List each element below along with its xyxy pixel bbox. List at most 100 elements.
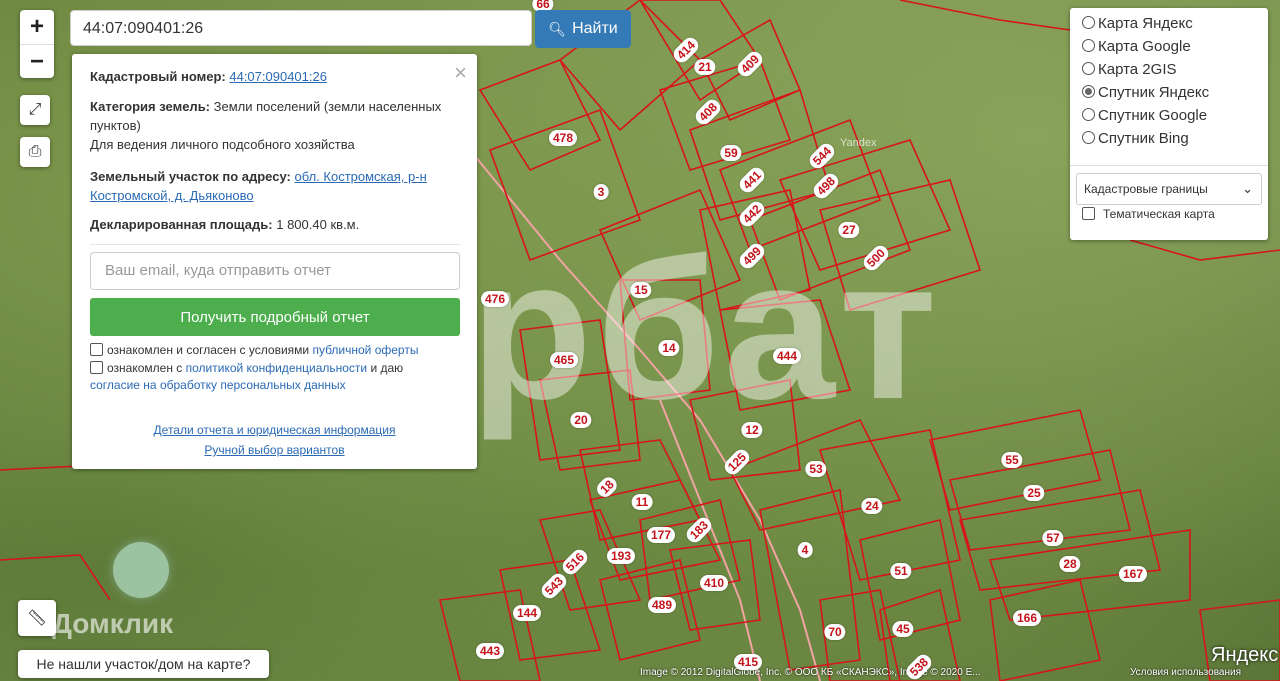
search-icon: 🔍︎ [548, 20, 567, 37]
parcel-label[interactable]: 28 [1059, 556, 1081, 572]
parcel-label[interactable]: 4 [797, 542, 813, 558]
parcel-label[interactable]: 410 [699, 575, 729, 591]
radio-icon [1082, 39, 1095, 52]
public-offer-link[interactable]: публичной оферты [312, 343, 418, 357]
radio-selected-icon [1082, 85, 1095, 98]
address-label: Земельный участок по адресу: [90, 169, 291, 184]
area-row: Декларированная площадь: 1 800.40 кв.м. [90, 215, 460, 234]
fullscreen-button[interactable]: ⤢ [20, 95, 50, 125]
zoom-in-button[interactable]: + [20, 10, 54, 44]
parcel-label[interactable]: 14 [658, 340, 680, 356]
divider [90, 244, 460, 245]
not-found-button[interactable]: Не нашли участок/дом на карте? [18, 650, 269, 678]
layer-option-google-satellite[interactable]: Спутник Google [1082, 105, 1207, 127]
parcel-label[interactable]: 166 [1012, 610, 1042, 626]
parcel-label[interactable]: 51 [890, 563, 912, 579]
report-details-link[interactable]: Детали отчета и юридическая информация [72, 423, 477, 437]
ruler-button[interactable]: 📏︎ [18, 600, 56, 636]
parcel-label[interactable]: 144 [512, 605, 542, 621]
parcel-label[interactable]: 478 [548, 130, 578, 146]
layer-option-2gis-map[interactable]: Карта 2GIS [1082, 59, 1177, 81]
yandex-logo: Яндекс [1211, 644, 1279, 666]
parcel-label[interactable]: 45 [892, 621, 914, 637]
offer-checkbox[interactable] [90, 343, 103, 356]
radio-icon [1082, 108, 1095, 121]
radio-icon [1082, 131, 1095, 144]
layer-switcher: Карта Яндекс Карта Google Карта 2GIS Спу… [1070, 8, 1268, 240]
layer-option-label: Карта Google [1098, 38, 1191, 55]
layer-option-label: Спутник Google [1098, 107, 1208, 124]
category-label: Категория земель: [90, 99, 211, 114]
parcel-label[interactable]: 70 [824, 624, 846, 640]
layer-option-yandex-map[interactable]: Карта Яндекс [1082, 13, 1193, 35]
cadastral-label: Кадастровый номер: [90, 69, 226, 84]
parcel-label[interactable]: 476 [480, 291, 510, 307]
thematic-checkbox[interactable] [1082, 207, 1095, 220]
parcel-label[interactable]: 443 [475, 643, 505, 659]
search-button-label: Найти [572, 20, 618, 37]
terms-link[interactable]: Условия использования [1130, 667, 1241, 678]
cadastral-link[interactable]: 44:07:090401:26 [229, 69, 327, 84]
cadastral-number-row: Кадастровый номер: 44:07:090401:26 [90, 67, 460, 86]
usage-row: Для ведения личного подсобного хозяйства [90, 137, 355, 152]
print-button[interactable]: ⎙ [20, 137, 50, 167]
area-unit: кв.м. [330, 217, 360, 232]
yandex-small-label: Yandex [840, 137, 877, 149]
parcel-label[interactable]: 11 [631, 494, 653, 510]
layer-option-yandex-satellite[interactable]: Спутник Яндекс [1082, 82, 1209, 104]
parcel-label[interactable]: 21 [694, 59, 716, 75]
chevron-down-icon: ⌄ [1242, 181, 1253, 196]
layer-option-label: Спутник Яндекс [1098, 84, 1210, 101]
category-row: Категория земель: Земли поселений (земли… [90, 97, 460, 135]
parcel-label[interactable]: 55 [1001, 452, 1023, 468]
parcel-label[interactable]: 12 [741, 422, 763, 438]
parcel-label[interactable]: 465 [549, 352, 579, 368]
thematic-label: Тематическая карта [1103, 207, 1215, 221]
consent-privacy-mid: и даю [370, 361, 404, 375]
parcel-label[interactable]: 167 [1118, 566, 1148, 582]
layer-option-google-map[interactable]: Карта Google [1082, 36, 1191, 58]
layer-divider [1070, 165, 1268, 166]
parcel-label[interactable]: 57 [1042, 530, 1064, 546]
boundaries-select[interactable]: Кадастровые границы ⌄ [1076, 173, 1262, 205]
parcel-label[interactable]: 59 [720, 145, 742, 161]
ruler-icon: 📏︎ [26, 610, 48, 627]
zoom-control: + − [20, 10, 54, 78]
radio-icon [1082, 62, 1095, 75]
map-copyright: Image © 2012 DigitalGlobe, Inc. © ООО КБ… [640, 667, 981, 678]
parcel-label[interactable]: 24 [861, 498, 883, 514]
parcel-label[interactable]: 15 [630, 282, 652, 298]
parcel-label[interactable]: 444 [772, 348, 802, 364]
parcel-info-panel: × Кадастровый номер: 44:07:090401:26 Кат… [72, 54, 477, 469]
parcel-label[interactable]: 3 [593, 184, 609, 200]
parcel-label[interactable]: 27 [838, 222, 860, 238]
get-report-button[interactable]: Получить подробный отчет [90, 298, 460, 336]
parcel-label[interactable]: 25 [1023, 485, 1045, 501]
manual-selection-link[interactable]: Ручной выбор вариантов [72, 443, 477, 457]
personal-data-link[interactable]: согласие на обработку персональных данны… [90, 378, 346, 392]
parcel-label[interactable]: 193 [606, 548, 636, 564]
area-value: 1 800.40 [276, 217, 327, 232]
layer-option-bing-satellite[interactable]: Спутник Bing [1082, 128, 1189, 150]
parcel-label[interactable]: 415 [733, 654, 763, 670]
consent-offer-text: ознакомлен и согласен с условиями [107, 343, 310, 357]
radio-icon [1082, 16, 1095, 29]
privacy-policy-link[interactable]: политикой конфиденциальности [186, 361, 367, 375]
area-label: Декларированная площадь: [90, 217, 273, 232]
parcel-label[interactable]: 53 [805, 461, 827, 477]
expand-icon: ⤢ [28, 101, 42, 118]
thematic-map-toggle[interactable]: Тематическая карта [1082, 206, 1215, 222]
parcel-label[interactable]: 20 [570, 412, 592, 428]
search-button[interactable]: 🔍︎ Найти [535, 10, 631, 48]
zoom-out-button[interactable]: − [20, 44, 54, 78]
parcel-label[interactable]: 489 [647, 597, 677, 613]
layer-option-label: Карта 2GIS [1098, 61, 1177, 78]
layer-option-label: Карта Яндекс [1098, 15, 1193, 32]
boundaries-select-value: Кадастровые границы [1084, 182, 1208, 196]
email-input[interactable]: Ваш email, куда отправить отчет [90, 252, 460, 290]
cadastral-search-input[interactable]: 44:07:090401:26 [70, 10, 532, 46]
layer-option-label: Спутник Bing [1098, 130, 1189, 147]
consent-privacy-row: ознакомлен с политикой конфиденциальност… [90, 360, 470, 394]
parcel-label[interactable]: 177 [646, 527, 676, 543]
privacy-checkbox[interactable] [90, 361, 103, 374]
